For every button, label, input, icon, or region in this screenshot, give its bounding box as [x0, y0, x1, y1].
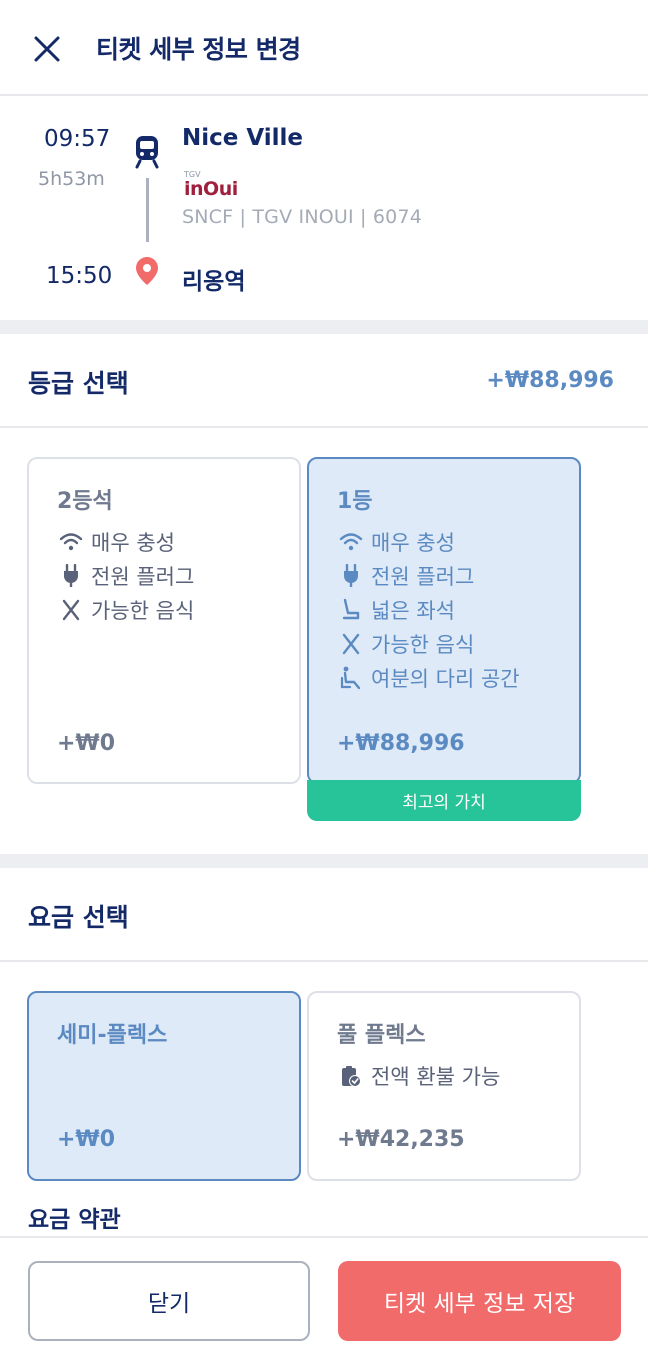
fare-option-title: 세미-플렉스 [57, 1023, 168, 1048]
close-dialog-button[interactable]: 닫기 [28, 1261, 310, 1341]
departure-time: 09:57 [44, 126, 111, 152]
feature-item: 가능한 음식 [57, 593, 194, 627]
class-section-price: +₩88,996 [486, 368, 614, 393]
feature-item: 전원 플러그 [337, 559, 520, 593]
legroom-icon [337, 664, 365, 692]
arrival-station: 리옹역 [182, 269, 246, 295]
refund-icon [337, 1062, 365, 1090]
departure-station: Nice Ville [182, 125, 304, 151]
feature-item: 넓은 좌석 [337, 593, 520, 627]
location-pin-icon [136, 257, 158, 285]
plug-icon [57, 562, 85, 590]
fare-section-header: 요금 선택 [0, 868, 648, 962]
fare-terms-link[interactable]: 요금 약관 [28, 1200, 121, 1234]
close-button[interactable] [28, 30, 66, 68]
class-section-header: 등급 선택 +₩88,996 [0, 334, 648, 428]
section-divider [0, 320, 648, 334]
food-icon [57, 596, 85, 624]
fare-option-price: +₩42,235 [337, 1127, 465, 1152]
feature-item: 매우 충성 [337, 525, 520, 559]
fare-section-title: 요금 선택 [28, 903, 129, 932]
food-icon [337, 630, 365, 658]
fare-option-full-flex[interactable]: 풀 플렉스 전액 환불 가능 +₩42,235 [307, 991, 581, 1181]
feature-item: 여분의 다리 공간 [337, 661, 520, 695]
class-option-title: 1등 [337, 489, 373, 514]
feature-list: 매우 충성 전원 플러그 넓은 좌석 가능한 음식 여분의 다리 공간 [337, 525, 520, 695]
arrival-time: 15:50 [46, 263, 113, 289]
bottom-action-bar: 닫기 티켓 세부 정보 저장 [0, 1236, 648, 1359]
operator-logo: TGV inOui [184, 170, 238, 200]
plug-icon [337, 562, 365, 590]
carrier-info: SNCF | TGV INOUI | 6074 [182, 206, 423, 228]
top-bar: 티켓 세부 정보 변경 [0, 0, 648, 96]
journey-summary: 09:57 5h53m 15:50 Nice Ville TGV inOui S… [0, 98, 648, 320]
wifi-icon [337, 528, 365, 556]
feature-item: 가능한 음식 [337, 627, 520, 661]
class-option-first[interactable]: 1등 매우 충성 전원 플러그 넓은 좌석 가능한 음식 여분의 다리 공간 +… [307, 457, 581, 784]
fare-option-price: +₩0 [57, 1127, 116, 1152]
fare-option-title: 풀 플렉스 [337, 1023, 426, 1048]
train-icon [135, 136, 159, 169]
feature-list: 전액 환불 가능 [337, 1059, 500, 1093]
close-icon [34, 36, 60, 62]
fare-option-semi-flex[interactable]: 세미-플렉스 +₩0 [27, 991, 301, 1181]
class-section-title: 등급 선택 [28, 369, 129, 398]
best-value-badge: 최고의 가치 [307, 780, 581, 821]
feature-item: 전원 플러그 [57, 559, 194, 593]
class-option-second[interactable]: 2등석 매우 충성 전원 플러그 가능한 음식 +₩0 [27, 457, 301, 784]
class-option-price: +₩88,996 [337, 731, 465, 756]
feature-item: 매우 충성 [57, 525, 194, 559]
feature-list: 매우 충성 전원 플러그 가능한 음식 [57, 525, 194, 627]
route-line [146, 178, 149, 242]
feature-item: 전액 환불 가능 [337, 1059, 500, 1093]
class-option-price: +₩0 [57, 731, 116, 756]
save-ticket-details-button[interactable]: 티켓 세부 정보 저장 [338, 1261, 621, 1341]
seat-icon [337, 596, 365, 624]
page-title: 티켓 세부 정보 변경 [96, 35, 301, 64]
trip-duration: 5h53m [38, 168, 105, 190]
class-option-title: 2등석 [57, 489, 113, 514]
section-divider [0, 854, 648, 868]
wifi-icon [57, 528, 85, 556]
